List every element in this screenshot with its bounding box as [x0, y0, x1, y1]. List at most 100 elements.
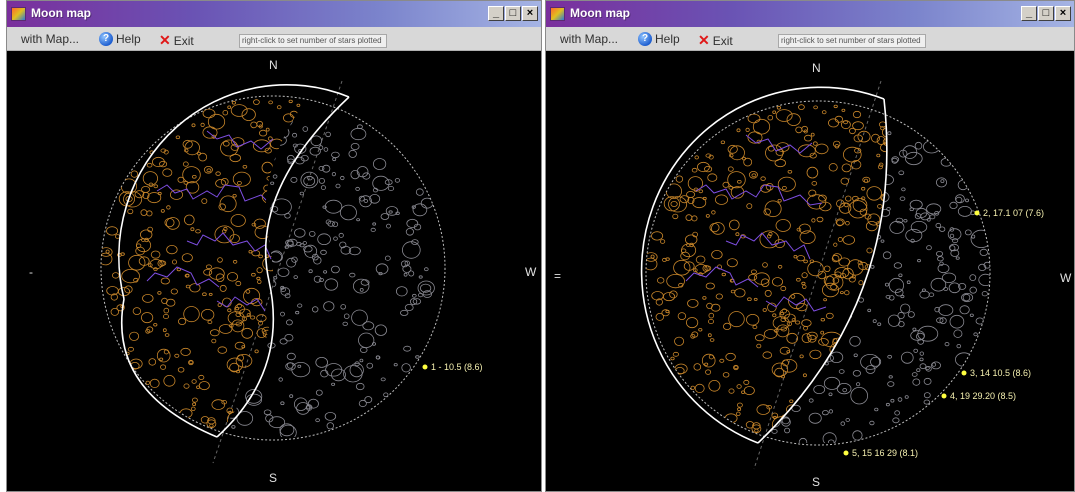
crater-mark [421, 222, 428, 228]
crater-mark [822, 432, 837, 443]
crater-mark [923, 158, 927, 161]
crater-mark [654, 272, 659, 277]
crater-mark [955, 330, 961, 335]
crater-mark [978, 273, 990, 286]
crater-mark [256, 120, 264, 128]
crater-mark [356, 218, 361, 222]
star-label: 3, 14 10.5 (8.6) [970, 368, 1032, 378]
minimize-icon[interactable]: _ [1021, 6, 1037, 21]
crater-mark [895, 333, 899, 336]
star-marker[interactable] [422, 364, 428, 370]
crater-mark [914, 175, 927, 186]
crater-mark [813, 384, 826, 394]
crater-mark [758, 302, 770, 314]
moon-canvas[interactable]: N S = W 2, 17.1 07 (7.6) 3, 14 10.5 (8.6… [546, 51, 1075, 492]
crater-mark [106, 226, 119, 236]
crater-mark [666, 212, 673, 217]
crater-mark [248, 249, 253, 254]
star-marker[interactable] [961, 370, 967, 376]
crater-mark [728, 311, 745, 328]
crater-mark [272, 266, 282, 275]
crater-mark [208, 288, 213, 292]
menu-with-map[interactable]: with Map... [21, 32, 79, 46]
crater-mark [362, 154, 370, 161]
close-icon[interactable]: × [1055, 6, 1071, 21]
crater-mark [911, 264, 915, 267]
crater-mark [411, 293, 417, 298]
crater-mark [166, 205, 171, 210]
minimize-icon[interactable]: _ [488, 6, 504, 21]
title-bar[interactable]: Moon map _ □ × [7, 1, 541, 27]
crater-mark [815, 422, 823, 430]
crater-mark [218, 324, 233, 334]
crater-mark [820, 318, 825, 322]
crater-mark [198, 374, 205, 380]
crater-mark [275, 313, 280, 317]
crater-mark [823, 265, 831, 272]
menu-help[interactable]: ? Help [638, 32, 680, 46]
crater-mark [297, 303, 303, 308]
crater-mark [896, 233, 907, 242]
crater-mark [840, 177, 849, 185]
title-bar[interactable]: Moon map _ □ × [546, 1, 1074, 27]
moon-drawing[interactable] [546, 51, 1075, 492]
crater-mark [325, 131, 331, 138]
crater-mark [705, 369, 712, 375]
moon-canvas[interactable]: N S - W 1 - 10.5 (8.6) [7, 51, 542, 492]
crater-mark [840, 421, 846, 426]
crater-mark [786, 332, 799, 344]
crater-mark [222, 110, 229, 116]
maximize-icon[interactable]: □ [1038, 6, 1054, 21]
crater-mark [808, 412, 822, 424]
crater-mark [160, 277, 170, 285]
menu-exit[interactable]: ✕ Exit [698, 32, 733, 49]
crater-mark [809, 152, 817, 159]
crater-mark [252, 139, 271, 153]
crater-mark [827, 118, 839, 128]
crater-mark [772, 110, 777, 114]
crater-mark [954, 194, 965, 204]
crater-mark [714, 321, 719, 325]
maximize-icon[interactable]: □ [505, 6, 521, 21]
menu-with-map[interactable]: with Map... [560, 32, 618, 46]
crater-mark [324, 411, 337, 421]
crater-mark [736, 128, 741, 133]
close-icon[interactable]: × [522, 6, 538, 21]
crater-mark [726, 230, 737, 240]
crater-mark [322, 393, 330, 400]
crater-mark [794, 214, 804, 223]
crater-mark [370, 227, 376, 232]
crater-mark [153, 184, 159, 189]
crater-mark [141, 185, 151, 193]
moon-drawing[interactable] [7, 51, 542, 492]
crater-mark [777, 176, 796, 192]
crater-mark [776, 136, 781, 140]
star-marker[interactable] [974, 210, 980, 216]
crater-mark [856, 170, 863, 177]
crater-mark [825, 312, 834, 319]
crater-mark [837, 374, 843, 380]
crater-mark [234, 178, 239, 183]
crater-mark [720, 344, 730, 351]
crater-mark [122, 241, 129, 247]
crater-mark [935, 315, 943, 323]
crater-mark [339, 204, 357, 221]
crater-mark [287, 248, 297, 257]
menu-exit[interactable]: ✕ Exit [159, 32, 194, 49]
star-marker[interactable] [843, 450, 849, 456]
star-marker[interactable] [941, 393, 947, 399]
crater-mark [710, 242, 717, 249]
crater-mark [854, 342, 866, 353]
crater-mark [697, 299, 707, 308]
crater-mark [858, 395, 866, 402]
crater-mark [810, 132, 815, 137]
crater-mark [159, 260, 167, 266]
crater-mark [371, 269, 385, 281]
crater-mark [229, 362, 240, 373]
menu-help[interactable]: ? Help [99, 32, 141, 46]
crater-mark [335, 382, 342, 388]
crater-mark [841, 163, 852, 173]
crater-mark [208, 396, 211, 399]
crater-mark [841, 402, 857, 415]
crater-mark [848, 246, 866, 264]
